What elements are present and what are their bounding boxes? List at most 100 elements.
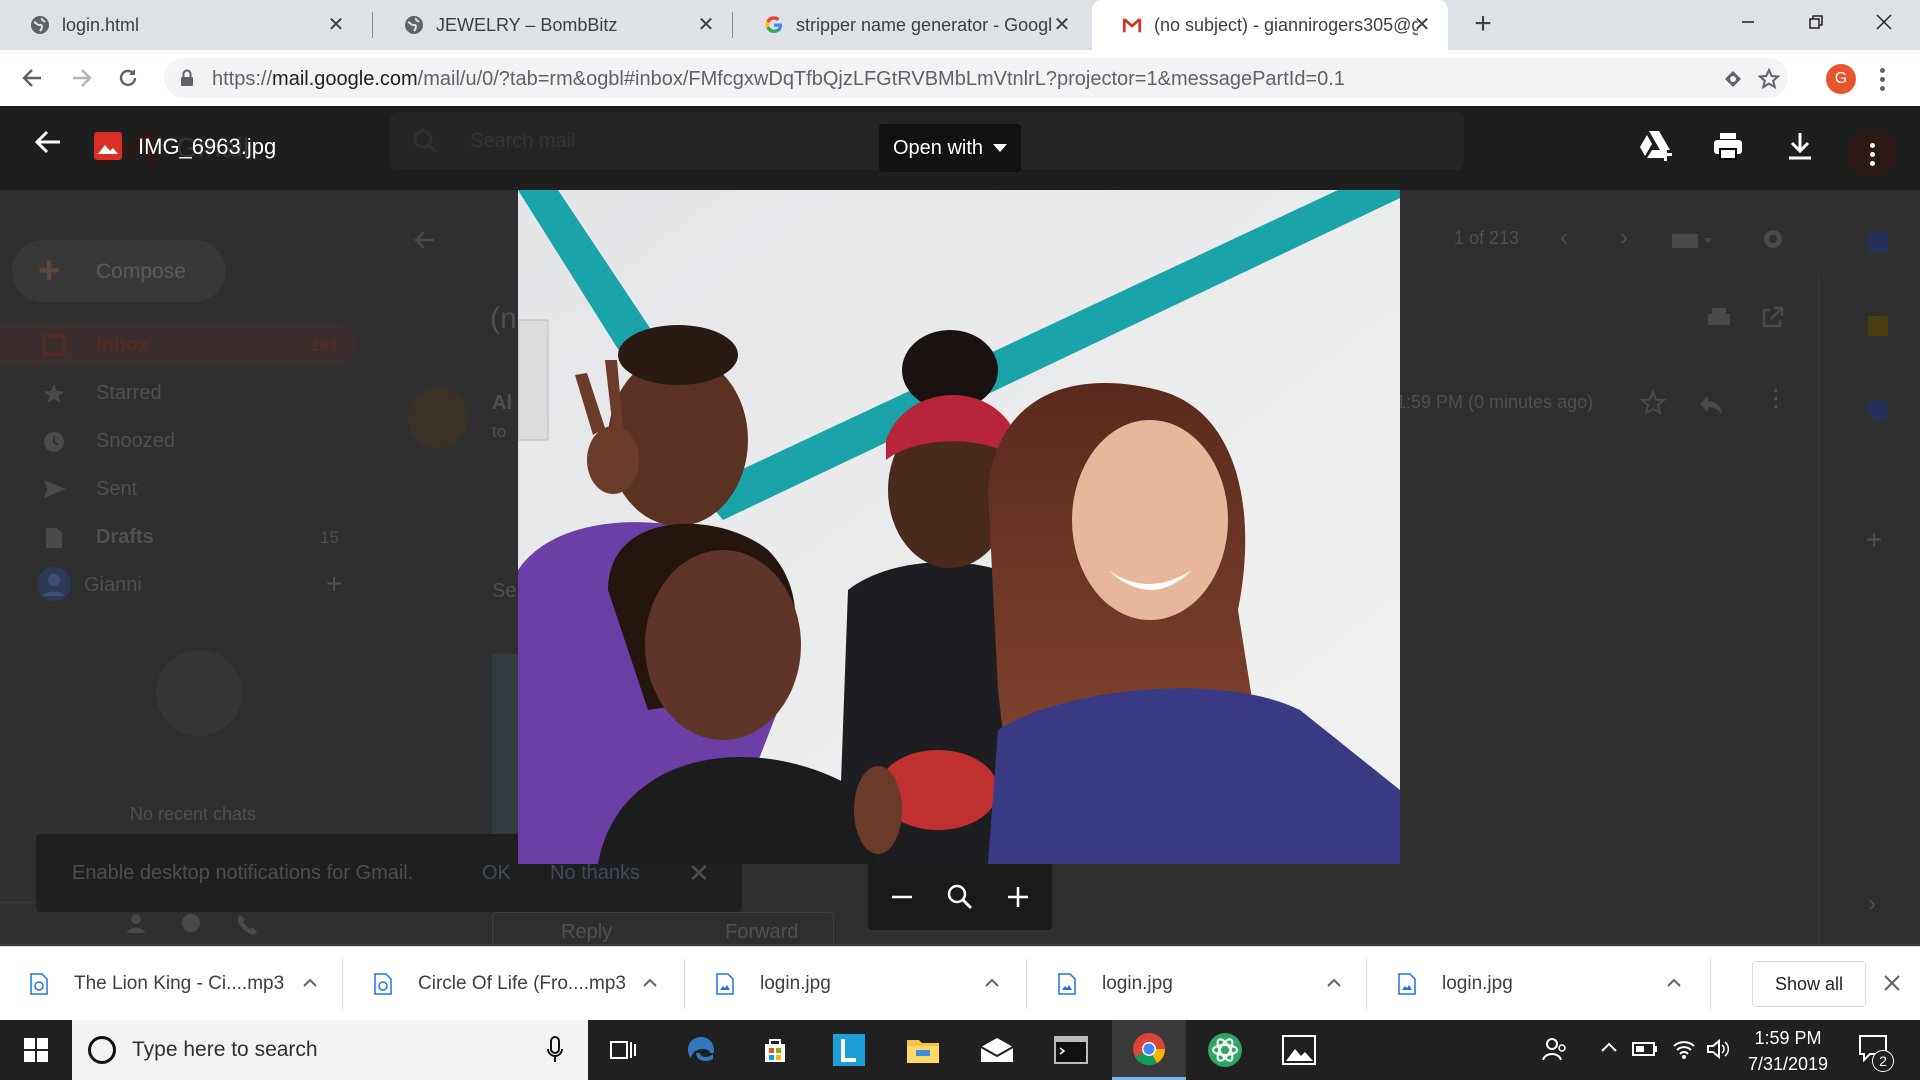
tab-title: stripper name generator - Googl	[796, 14, 1053, 35]
chevron-up-icon[interactable]	[300, 973, 320, 993]
account-name: Gianni	[84, 574, 142, 596]
download-item[interactable]: Circle Of Life (Fro....mp3	[344, 947, 682, 1021]
l-app-icon[interactable]	[812, 1020, 886, 1080]
keep-icon	[1866, 314, 1890, 343]
battery-icon[interactable]	[1632, 1042, 1658, 1061]
wifi-icon[interactable]	[1672, 1038, 1696, 1065]
tab-google-search[interactable]: stripper name generator - Googl ✕	[734, 0, 1088, 50]
forward-arrow-icon[interactable]	[66, 62, 98, 94]
taskbar-clock-date[interactable]: 7/31/2019	[1740, 1054, 1836, 1075]
compose-button: + Compose	[12, 240, 226, 302]
side-panel-divider	[1818, 276, 1819, 944]
zoom-controls	[868, 864, 1052, 930]
notification-ok: OK	[482, 862, 511, 884]
download-item[interactable]: The Lion King - Ci....mp3	[0, 947, 340, 1021]
download-separator	[1366, 959, 1367, 1009]
show-all-downloads-button[interactable]: Show all	[1752, 961, 1866, 1007]
downloads-shelf: The Lion King - Ci....mp3 Circle Of Life…	[0, 946, 1920, 1021]
taskbar-clock-time[interactable]: 1:59 PM	[1748, 1028, 1828, 1049]
tab-title: login.html	[62, 14, 140, 35]
clock-icon	[42, 430, 66, 459]
download-icon[interactable]	[1782, 128, 1818, 164]
profile-avatar[interactable]: G	[1826, 64, 1856, 94]
compose-plus-icon: +	[38, 250, 61, 292]
photos-app-icon[interactable]	[1262, 1020, 1336, 1080]
dropdown-caret-icon	[993, 144, 1008, 152]
back-arrow-icon[interactable]	[16, 62, 48, 94]
window-close-icon[interactable]	[1850, 0, 1918, 44]
tab-close-icon[interactable]: ✕	[1412, 15, 1432, 35]
zoom-out-icon[interactable]	[884, 879, 920, 915]
email-more-icon: ⋮	[1764, 385, 1788, 412]
task-view-icon[interactable]	[586, 1020, 660, 1080]
calendar-icon	[1866, 230, 1890, 259]
zoom-in-icon[interactable]	[1000, 879, 1036, 915]
chrome-menu-icon[interactable]	[1872, 64, 1892, 94]
tab-title: JEWELRY – BombBitz	[436, 14, 618, 35]
mail-icon[interactable]	[960, 1020, 1034, 1080]
tab-close-icon[interactable]: ✕	[1052, 15, 1072, 35]
nav-label-snoozed: Snoozed	[96, 430, 175, 452]
expand-side-panel-icon: ›	[1868, 890, 1876, 917]
add-to-drive-icon[interactable]	[1638, 128, 1674, 164]
image-file-icon	[94, 132, 122, 160]
download-item[interactable]: login.jpg	[686, 947, 1024, 1021]
show-hidden-icons-chevron[interactable]	[1600, 1040, 1618, 1059]
edge-browser-icon[interactable]	[664, 1020, 738, 1080]
address-bar[interactable]: https://mail.google.com/mail/u/0/?tab=rm…	[164, 58, 1788, 98]
extension-icon[interactable]	[1722, 68, 1744, 90]
chevron-up-icon[interactable]	[1664, 973, 1684, 993]
download-item[interactable]: login.jpg	[1368, 947, 1706, 1021]
phone-icon	[236, 913, 258, 940]
tab-gmail[interactable]: (no subject) - giannirogers305@g ✕	[1092, 0, 1448, 50]
keyboard-icon	[1670, 230, 1714, 255]
tab-jewelry[interactable]: JEWELRY – BombBitz ✕	[374, 0, 732, 50]
download-separator	[1710, 959, 1711, 1009]
chevron-up-icon[interactable]	[982, 973, 1002, 993]
nav-count-inbox: 161	[310, 336, 339, 355]
zoom-reset-magnifier-icon[interactable]	[942, 879, 978, 915]
attachment-thumbnail	[492, 654, 520, 834]
email-timestamp: 1:59 PM (0 minutes ago)	[1396, 392, 1594, 412]
audio-file-icon	[30, 973, 48, 995]
microphone-icon[interactable]	[546, 1036, 564, 1069]
print-icon[interactable]	[1710, 128, 1746, 164]
terminal-icon[interactable]	[1034, 1020, 1108, 1080]
volume-icon[interactable]	[1706, 1038, 1730, 1065]
settings-gear-icon	[1760, 226, 1786, 257]
people-icon[interactable]	[1542, 1036, 1568, 1067]
email-star-icon	[1639, 389, 1667, 421]
account-avatar	[36, 566, 72, 607]
tab-close-icon[interactable]: ✕	[696, 15, 716, 35]
open-with-button[interactable]: Open with	[879, 124, 1021, 172]
minimize-icon[interactable]	[1714, 0, 1782, 44]
file-explorer-icon[interactable]	[886, 1020, 960, 1080]
atom-app-icon[interactable]	[1188, 1020, 1262, 1080]
chevron-up-icon[interactable]	[1324, 973, 1344, 993]
viewer-back-icon[interactable]	[30, 124, 66, 160]
reload-icon[interactable]	[112, 62, 144, 94]
download-separator	[1026, 959, 1027, 1009]
star-icon	[42, 382, 66, 411]
viewer-more-icon[interactable]	[1848, 130, 1896, 178]
image-preview	[518, 190, 1400, 864]
open-new-window-icon	[1760, 306, 1784, 335]
nav-label-starred: Starred	[96, 382, 162, 404]
chevron-up-icon[interactable]	[640, 973, 660, 993]
restore-icon[interactable]	[1782, 0, 1850, 44]
chrome-taskbar-icon[interactable]	[1112, 1020, 1186, 1080]
taskbar-search[interactable]: Type here to search	[72, 1020, 588, 1080]
send-icon	[42, 478, 68, 505]
reply-icon	[1698, 394, 1724, 419]
close-shelf-icon[interactable]	[1880, 971, 1904, 995]
tab-title: (no subject) - giannirogers305@g	[1154, 14, 1418, 35]
download-item[interactable]: login.jpg	[1028, 947, 1366, 1021]
microsoft-store-icon[interactable]	[738, 1020, 812, 1080]
email-body-fragment: Se	[492, 580, 517, 602]
tab-close-icon[interactable]: ✕	[326, 15, 346, 35]
bookmark-star-icon[interactable]	[1758, 68, 1780, 90]
tab-login-html[interactable]: login.html ✕	[0, 0, 362, 50]
new-tab-button[interactable]: +	[1468, 9, 1498, 40]
windows-start-icon[interactable]	[12, 1032, 60, 1068]
nav-label-inbox: Inbox	[96, 334, 150, 356]
